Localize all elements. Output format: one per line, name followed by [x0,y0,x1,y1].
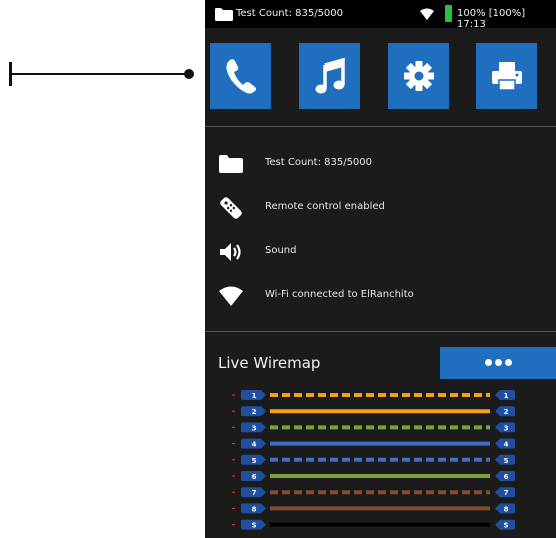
pin-marker [232,459,235,461]
pin-marker [232,410,235,412]
wiremap-diagram: 1 1 2 2 3 3 4 4 5 5 6 6 7 7 8 8 S S [232,390,515,530]
right-pin-label: 1 [504,392,509,400]
printer-icon [492,62,522,91]
phone-button[interactable] [210,43,271,109]
info-test-count: Test Count: 835/5000 [205,144,556,184]
info-sound: Sound [205,232,556,272]
info-test-count-label: Test Count: 835/5000 [265,157,373,168]
left-pin-label: 5 [252,457,257,465]
device-screen: Test Count: 835/5000 100% [100%] 17:13 T… [205,0,556,538]
pin-marker [232,524,235,526]
pointer-dot [184,69,194,79]
info-remote-label: Remote control enabled [265,201,385,212]
pin-marker [232,491,235,493]
divider [205,126,556,127]
pin-marker [232,394,235,396]
pin-marker [232,475,235,477]
print-button[interactable] [476,43,537,109]
remote-control-icon [220,197,242,219]
info-wifi-label: Wi-Fi connected to ElRanchito [265,289,414,300]
left-pin-label: 2 [252,408,257,416]
right-pin-label: 5 [504,457,509,465]
wiremap-title: Live Wiremap [218,354,321,372]
dot-icon [485,359,492,366]
dot-icon [495,359,502,366]
status-bar: Test Count: 835/5000 100% [100%] 17:13 [205,0,556,30]
right-pin-label: 7 [504,489,509,497]
phone-icon [226,59,256,94]
folder-icon [219,155,243,173]
right-pin-label: 8 [504,505,509,513]
pointer-line [11,73,189,75]
more-options-button[interactable] [440,347,556,379]
pin-marker [232,426,235,428]
gear-icon [404,61,434,91]
dot-icon [505,359,512,366]
wifi-icon [420,8,434,20]
divider [205,331,556,332]
info-sound-label: Sound [265,245,297,256]
right-pin-label: 4 [504,441,509,449]
music-icon [315,57,345,94]
left-pin-label: 8 [252,505,257,513]
right-pin-label: 2 [504,408,509,416]
speaker-icon [220,243,241,261]
folder-icon [215,8,233,21]
status-test-count: Test Count: 835/5000 [236,8,344,19]
left-pin-label: 1 [252,392,257,400]
wifi-icon [219,286,243,306]
left-pin-label: 3 [252,424,257,432]
battery-icon [445,5,452,22]
right-pin-label: 3 [504,424,509,432]
settings-button[interactable] [388,43,449,109]
info-wifi: Wi-Fi connected to ElRanchito [205,276,556,316]
left-pin-label: 7 [252,489,257,497]
callout-pointer [9,62,194,86]
pin-marker [232,443,235,445]
quick-actions [205,43,556,109]
left-pin-label: 4 [252,441,257,449]
right-pin-label: S [503,522,508,530]
battery-status: 100% [100%] 17:13 [457,8,526,30]
left-pin-label: S [251,522,256,530]
left-pin-label: 6 [252,473,257,481]
pin-marker [232,507,235,509]
music-button[interactable] [299,43,360,109]
right-pin-label: 6 [504,473,509,481]
info-remote: Remote control enabled [205,188,556,228]
